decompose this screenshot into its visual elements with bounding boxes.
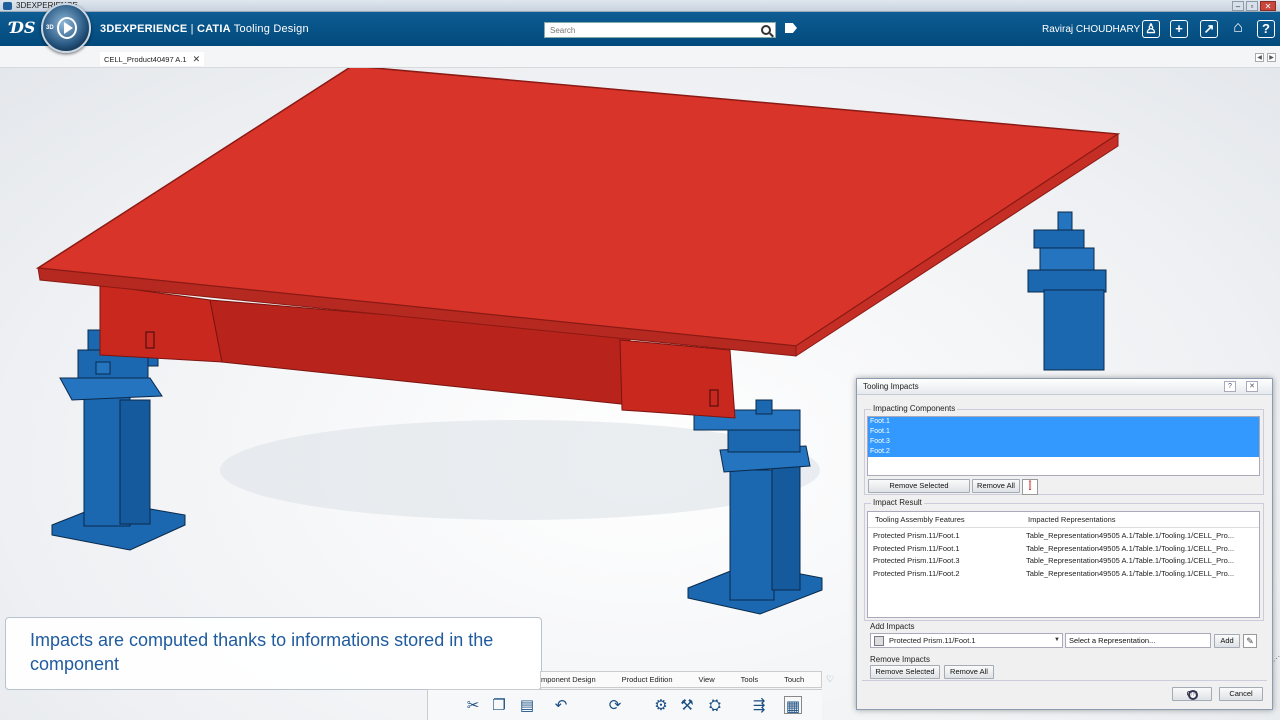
os-title-bar: 3DEXPERIENCE – ▫ ✕ <box>0 0 1280 12</box>
update-icon[interactable]: ⟳ <box>606 696 624 714</box>
dialog-title-bar[interactable]: Tooling Impacts ? ✕ <box>857 379 1272 395</box>
table-icon[interactable]: ▦ <box>784 696 802 715</box>
tab-view[interactable]: View <box>686 672 728 687</box>
restore-button[interactable]: ▫ <box>1246 1 1258 11</box>
dialog-separator <box>862 680 1267 681</box>
minimize-button[interactable]: – <box>1232 1 1244 11</box>
ds-logo-icon[interactable]: ƊS <box>10 18 35 40</box>
row-representation: Table_Representation49505 A.1/Table.1/To… <box>1026 556 1235 565</box>
help-icon[interactable]: ? <box>1257 20 1275 38</box>
foot-front-left[interactable] <box>51 349 186 551</box>
person-icon[interactable]: ♙ <box>1142 20 1160 38</box>
table-row[interactable]: Protected Prism.11/Foot.3 Table_Represen… <box>868 554 1259 567</box>
foot-back-right[interactable] <box>1027 211 1121 396</box>
move-icon[interactable]: ⇶ <box>750 696 768 714</box>
chevron-down-icon[interactable]: ▼ <box>1054 634 1060 647</box>
action-bar-tools: ✂ ❐ ▤ ↶ ⟳ ⚙ ⚒ ⛭ ⇶ ▦ <box>427 689 822 720</box>
row-feature: Protected Prism.11/Foot.2 <box>873 569 960 578</box>
pick-representation-icon[interactable]: ✎ <box>1243 634 1257 648</box>
remove-impacts-title: Remove Impacts <box>870 655 931 664</box>
dialog-title: Tooling Impacts <box>863 382 919 391</box>
tag-icon[interactable] <box>785 23 797 33</box>
tab-component-design[interactable]: mponent Design <box>541 672 609 687</box>
scissors-icon[interactable]: ✂ <box>464 696 482 714</box>
home-icon[interactable]: ⌂ <box>1229 20 1247 38</box>
row-feature: Protected Prism.11/Foot.3 <box>873 556 960 565</box>
compass-3d-label: 3D <box>46 25 54 31</box>
assembly-icon[interactable]: ⚙ <box>652 696 670 714</box>
tab-touch[interactable]: Touch <box>771 672 817 687</box>
tab-tools[interactable]: Tools <box>728 672 772 687</box>
tab-scroll-left-icon[interactable]: ◀ <box>1255 53 1264 62</box>
add-impacts-title: Add Impacts <box>870 622 915 631</box>
column-header-representations[interactable]: Impacted Representations <box>1028 512 1116 528</box>
dialog-close-icon[interactable]: ✕ <box>1246 381 1258 392</box>
list-item[interactable]: Foot.2 <box>868 447 1259 457</box>
remove-selected-impacts-button[interactable]: Remove Selected <box>870 665 940 679</box>
impact-result-title: Impact Result <box>871 498 924 508</box>
list-item[interactable]: Foot.3 <box>868 437 1259 447</box>
close-tab-icon[interactable]: ✕ <box>193 54 201 64</box>
action-bar-expand-icon[interactable]: ♡ <box>826 674 834 685</box>
dialog-help-icon[interactable]: ? <box>1224 381 1236 392</box>
caption-box: Impacts are computed thanks to informati… <box>5 617 542 690</box>
tooling-filter-icon[interactable]: ⫿ <box>1022 479 1038 495</box>
tab-document[interactable]: CELL_Product40497 A.1 ✕ <box>100 52 205 66</box>
remove-all-impacts-button[interactable]: Remove All <box>944 665 994 679</box>
app-title: 3DEXPERIENCE | CATIA Tooling Design <box>100 23 309 35</box>
search-box <box>544 22 776 38</box>
mouse-cursor-icon <box>1188 690 1198 700</box>
app-header: ƊS 3DEXPERIENCE | CATIA Tooling Design R… <box>0 12 1280 46</box>
table-row[interactable]: Protected Prism.11/Foot.2 Table_Represen… <box>868 567 1259 580</box>
tab-scroll-right-icon[interactable]: ▶ <box>1267 53 1276 62</box>
list-item[interactable]: Foot.1 <box>868 417 1259 427</box>
compass-widget[interactable]: 3D <box>41 3 91 53</box>
title-separator: | <box>187 23 197 35</box>
feature-combo[interactable]: Protected Prism.11/Foot.1 ▼ <box>870 633 1063 648</box>
table-row[interactable]: Protected Prism.11/Foot.1 Table_Represen… <box>868 529 1259 542</box>
play-icon[interactable] <box>57 17 77 39</box>
row-feature: Protected Prism.11/Foot.1 <box>873 531 960 540</box>
table-header: Tooling Assembly Features Impacted Repre… <box>868 512 1259 528</box>
column-header-features[interactable]: Tooling Assembly Features <box>875 512 965 528</box>
tooling-icon[interactable]: ⚒ <box>678 696 696 714</box>
list-item[interactable]: Foot.1 <box>868 427 1259 437</box>
plus-icon[interactable]: + <box>1170 20 1188 38</box>
impacting-components-list[interactable]: Foot.1 Foot.1 Foot.3 Foot.2 <box>867 416 1260 476</box>
product-name: CATIA <box>196 23 231 35</box>
app-name: Tooling Design <box>230 23 309 35</box>
tab-product-edition[interactable]: Product Edition <box>609 672 686 687</box>
row-representation: Table_Representation49505 A.1/Table.1/To… <box>1026 531 1235 540</box>
undo-icon[interactable]: ↶ <box>552 696 570 714</box>
brand-name: 3DEXPERIENCE <box>100 23 188 35</box>
remove-all-components-button[interactable]: Remove All <box>972 479 1020 493</box>
remove-selected-components-button[interactable]: Remove Selected <box>868 479 970 493</box>
impact-icon[interactable]: ⛭ <box>706 696 724 714</box>
paste-icon[interactable]: ▤ <box>518 696 536 714</box>
search-icon[interactable] <box>761 25 771 35</box>
app-window-icon <box>3 2 12 10</box>
document-tab-strip: CELL_Product40497 A.1 ✕ ◀ ▶ <box>0 46 1280 68</box>
user-name[interactable]: Raviraj CHOUDHARY <box>1042 24 1140 35</box>
impacting-components-title: Impacting Components <box>871 404 958 414</box>
cancel-button[interactable]: Cancel <box>1219 687 1263 701</box>
feature-combo-value: Protected Prism.11/Foot.1 <box>889 636 976 645</box>
resize-grip-icon[interactable]: ⋰ <box>1273 655 1280 663</box>
copy-icon[interactable]: ❐ <box>490 696 508 714</box>
share-icon[interactable]: ↗ <box>1200 20 1218 38</box>
feature-cube-icon <box>874 636 884 646</box>
add-impact-button[interactable]: Add <box>1214 634 1240 648</box>
close-window-button[interactable]: ✕ <box>1260 1 1276 11</box>
action-bar-tabs: mponent Design Product Edition View Tool… <box>540 671 822 688</box>
representation-field[interactable]: Select a Representation... <box>1065 633 1211 648</box>
os-window-controls: – ▫ ✕ <box>1232 0 1276 11</box>
tab-scroll-arrows: ◀ ▶ <box>1255 53 1276 62</box>
search-input[interactable] <box>545 23 745 37</box>
row-representation: Table_Representation49505 A.1/Table.1/To… <box>1026 569 1235 578</box>
impact-result-table[interactable]: Tooling Assembly Features Impacted Repre… <box>867 511 1260 618</box>
tab-document-label: CELL_Product40497 A.1 <box>104 55 187 64</box>
caption-text: Impacts are computed thanks to informati… <box>30 630 494 674</box>
